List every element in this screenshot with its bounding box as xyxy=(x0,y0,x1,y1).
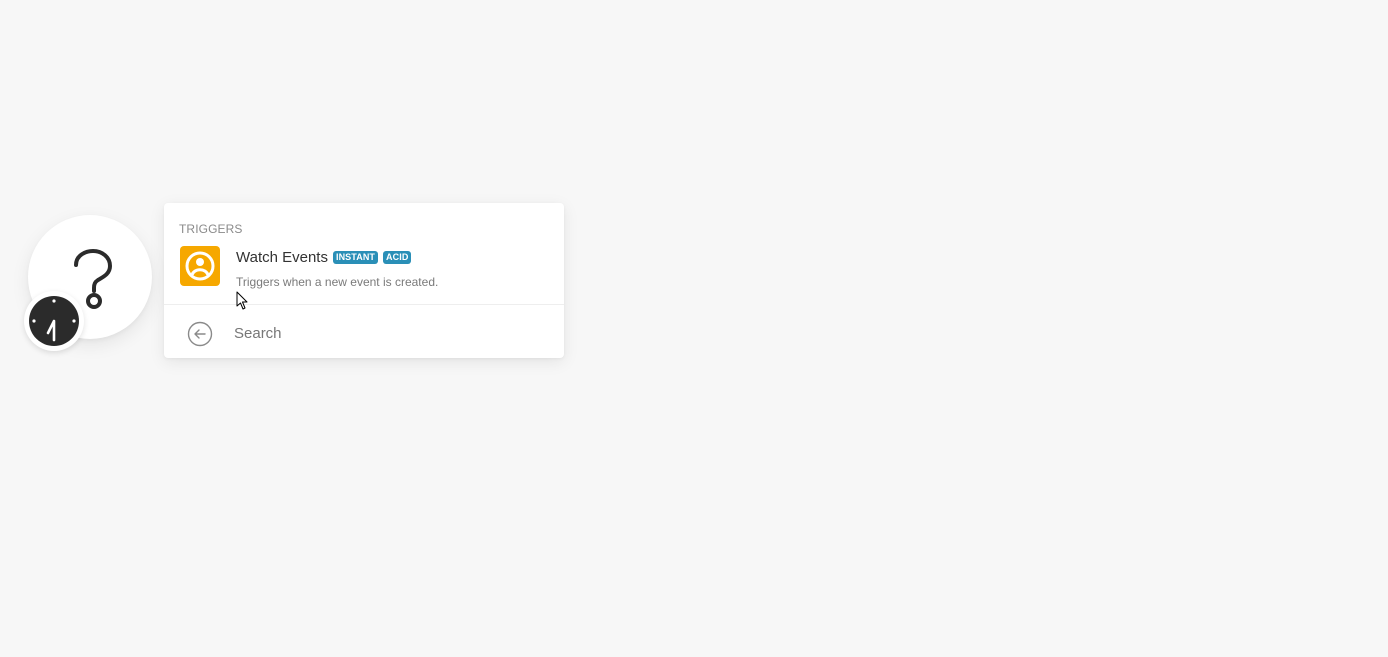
module-picker-panel: TRIGGERS Watch Events INSTANT ACID Trigg… xyxy=(164,203,564,358)
instant-badge: INSTANT xyxy=(332,251,379,264)
back-button[interactable] xyxy=(187,321,213,347)
app-logo-icon xyxy=(180,246,220,286)
divider xyxy=(164,304,564,305)
section-title: TRIGGERS xyxy=(179,222,243,236)
item-description: Triggers when a new event is created. xyxy=(236,275,439,289)
item-title-text: Watch Events xyxy=(236,249,328,266)
list-item-watch-events[interactable]: Watch Events INSTANT ACID Triggers when … xyxy=(164,241,564,303)
acid-badge: ACID xyxy=(383,251,412,264)
schedule-badge[interactable] xyxy=(24,291,84,351)
mouse-pointer-icon xyxy=(236,291,248,310)
clock-icon xyxy=(29,296,79,346)
item-title: Watch Events INSTANT ACID xyxy=(236,249,412,266)
scenario-canvas[interactable]: TRIGGERS Watch Events INSTANT ACID Trigg… xyxy=(0,0,1388,657)
arrow-left-circle-icon xyxy=(187,321,213,347)
search-input[interactable] xyxy=(234,319,544,347)
